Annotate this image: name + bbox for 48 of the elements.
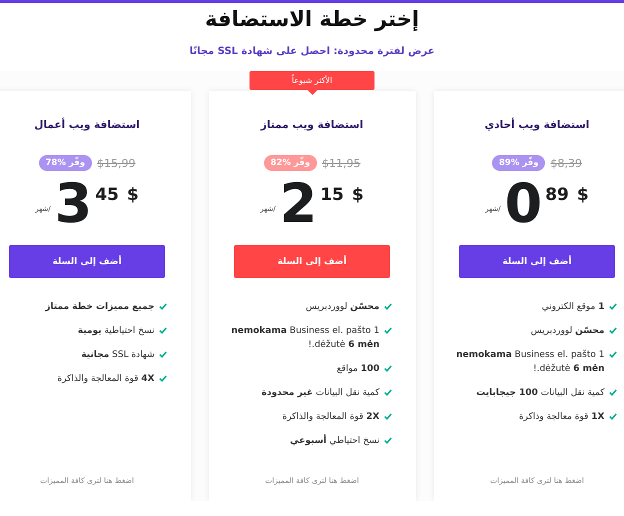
old-price: $15,99	[96, 156, 136, 170]
discount-badge: وفّر %89	[492, 155, 546, 171]
feature-text: نسخ احتياطي أسبوعي	[290, 434, 380, 448]
feature-text: كمية نقل البيانات 100 جيجابايت	[476, 387, 604, 400]
check-icon	[158, 351, 166, 358]
feature-text: nemokama Business el. pašto 1 dėžutė 6 mėn.!	[455, 348, 604, 376]
feature-text: كمية نقل البيانات غير محدودة	[262, 387, 380, 400]
price-whole: 3	[54, 179, 92, 229]
feature-text: نسخ احتياطية يومية	[78, 325, 154, 338]
add-to-cart-button[interactable]: أضف إلى السلة	[459, 245, 615, 278]
plan-name: استضافة ويب ممتاز	[260, 119, 364, 131]
check-icon	[384, 437, 392, 444]
discount-badge: وفّر %82	[264, 155, 317, 171]
badge-pointer-icon	[307, 90, 317, 95]
price-cents: 15	[320, 185, 344, 205]
feature-text: nemokama Business el. pašto 1 dėžutė 6 mėn.!	[230, 324, 380, 352]
check-icon	[158, 375, 166, 382]
page-title: إختر خطة الاستضافة	[204, 7, 420, 31]
check-icon	[158, 303, 166, 310]
check-icon	[384, 327, 392, 334]
check-icon	[608, 413, 616, 420]
add-to-cart-button[interactable]: أضف إلى السلة	[9, 245, 165, 278]
currency-symbol: $	[576, 185, 589, 205]
check-icon	[384, 389, 392, 396]
feature-text: شهادة SSL مجانية	[81, 349, 154, 362]
price-cents: 45	[95, 185, 119, 205]
check-icon	[608, 389, 616, 396]
feature-text: محسّن لووردبريس	[530, 325, 604, 338]
plan-name: استضافة ويب أحادي	[484, 119, 590, 131]
check-icon	[608, 327, 616, 334]
check-icon	[608, 303, 616, 310]
plan-name: استضافة ويب أعمال	[34, 119, 140, 131]
old-price: $11,95	[322, 156, 360, 170]
check-icon	[608, 351, 616, 358]
check-icon	[158, 327, 166, 334]
price-cents: 89	[545, 185, 569, 205]
price-whole: 2	[280, 179, 318, 229]
currency-symbol: $	[126, 185, 139, 205]
add-to-cart-button[interactable]: أضف إلى السلة	[234, 245, 390, 278]
check-icon	[384, 413, 392, 420]
feature-text: جميع مميزات خطة ممتاز	[45, 301, 154, 314]
price-whole: 0	[504, 179, 542, 229]
old-price: $8,39	[550, 156, 582, 170]
check-icon	[384, 365, 392, 372]
discount-badge: وفّر %78	[38, 155, 92, 171]
feature-text: محسّن لووردبريس	[306, 301, 380, 314]
currency-symbol: $	[352, 185, 364, 205]
check-icon	[384, 303, 392, 310]
